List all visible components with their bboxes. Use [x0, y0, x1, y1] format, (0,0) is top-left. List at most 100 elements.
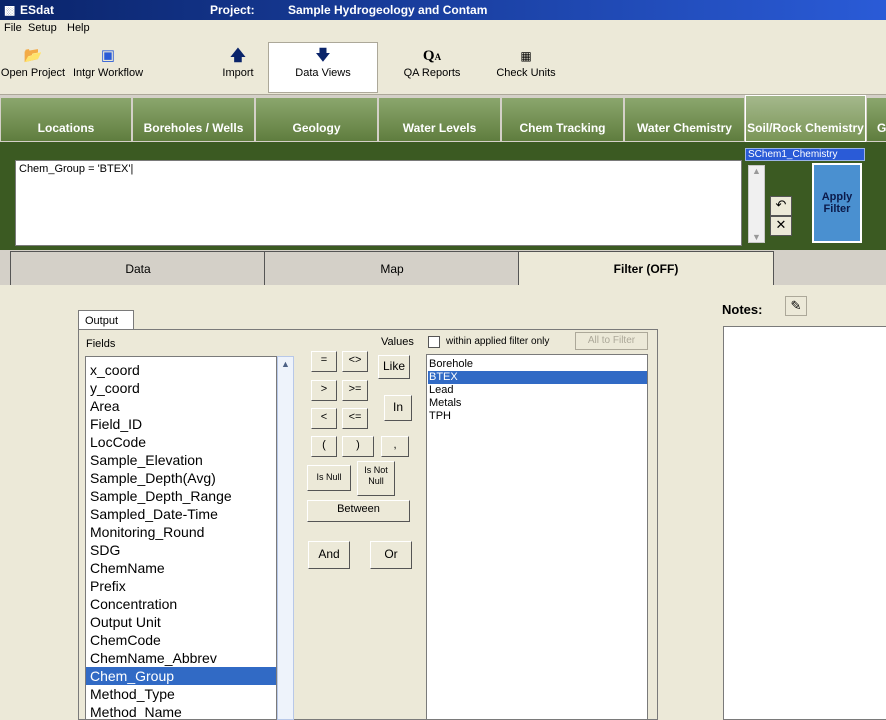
- values-list[interactable]: Borehole BTEX Lead Metals TPH: [426, 354, 648, 720]
- menu-setup[interactable]: Setup: [28, 22, 57, 34]
- units-icon: ▦: [520, 49, 532, 63]
- or-button[interactable]: Or: [370, 541, 412, 569]
- in-button[interactable]: In: [384, 395, 412, 421]
- list-item[interactable]: Area: [90, 397, 120, 415]
- list-item-selected[interactable]: Chem_Group: [86, 667, 276, 685]
- check-units-label: Check Units: [496, 67, 556, 79]
- list-item[interactable]: Prefix: [90, 577, 126, 595]
- filter-scrollbar[interactable]: ▲ ▼: [748, 165, 765, 243]
- fields-scrollbar[interactable]: ▲: [277, 356, 294, 720]
- list-item[interactable]: TPH: [429, 410, 451, 423]
- comma-button[interactable]: ,: [381, 436, 409, 457]
- tab-water-chemistry[interactable]: Water Chemistry: [624, 97, 745, 142]
- data-view-tabs: Locations Boreholes / Wells Geology Wate…: [0, 95, 886, 142]
- list-item[interactable]: Field_ID: [90, 415, 142, 433]
- undo-icon[interactable]: ↶: [770, 196, 792, 216]
- clear-filter-icon[interactable]: ✕: [770, 216, 792, 236]
- toolbar: 📂 Open Project ▣ Intgr Workflow 🡅 Import…: [0, 37, 886, 95]
- list-item[interactable]: Lead: [429, 384, 453, 397]
- tab-soil-rock-chemistry[interactable]: Soil/Rock Chemistry: [745, 95, 866, 142]
- project-name: Sample Hydrogeology and Contam: [288, 3, 488, 17]
- import-label: Import: [222, 67, 254, 79]
- check-units-button[interactable]: ▦ Check Units: [494, 39, 558, 91]
- menu-bar: File Setup Help: [0, 20, 886, 37]
- is-not-null-button[interactable]: Is Not Null: [357, 461, 395, 496]
- list-item[interactable]: Sample_Depth(Avg): [90, 469, 216, 487]
- filter-expression-input[interactable]: Chem_Group = 'BTEX'|: [15, 160, 742, 246]
- scroll-up-icon[interactable]: ▲: [281, 359, 290, 369]
- like-button[interactable]: Like: [378, 355, 410, 379]
- list-item[interactable]: ChemName: [90, 559, 165, 577]
- tab-partial[interactable]: G: [866, 97, 886, 142]
- fields-label: Fields: [86, 338, 116, 350]
- open-project-button[interactable]: 📂 Open Project: [0, 39, 66, 91]
- folder-open-icon: 📂: [23, 47, 43, 64]
- tab-chem-tracking[interactable]: Chem Tracking: [501, 97, 624, 142]
- less-equal-button[interactable]: <=: [342, 408, 368, 429]
- list-item[interactable]: Borehole: [429, 358, 473, 371]
- less-than-button[interactable]: <: [311, 408, 337, 429]
- list-item[interactable]: LocCode: [90, 433, 146, 451]
- values-label: Values: [381, 336, 414, 348]
- data-views-label: Data Views: [295, 67, 351, 79]
- list-item[interactable]: Method_Type: [90, 685, 175, 703]
- greater-than-button[interactable]: >: [311, 380, 337, 401]
- apply-filter-button[interactable]: Apply Filter: [812, 163, 862, 243]
- fields-list[interactable]: x_coord y_coord Area Field_ID LocCode Sa…: [85, 356, 277, 720]
- list-item[interactable]: Sample_Elevation: [90, 451, 203, 469]
- open-project-label: Open Project: [0, 67, 66, 79]
- tab-geology[interactable]: Geology: [255, 97, 378, 142]
- menu-file[interactable]: File: [4, 22, 22, 34]
- equals-button[interactable]: =: [311, 351, 337, 372]
- is-null-button[interactable]: Is Null: [307, 465, 351, 491]
- list-item[interactable]: ChemName_Abbrev: [90, 649, 217, 667]
- tab-map[interactable]: Map: [264, 251, 520, 286]
- list-item[interactable]: Sampled_Date-Time: [90, 505, 218, 523]
- qa-icon: QA: [422, 48, 442, 64]
- tab-water-levels[interactable]: Water Levels: [378, 97, 501, 142]
- title-bar: ▩ ESdat Project: Sample Hydrogeology and…: [0, 0, 886, 20]
- datasource-label: SChem1_Chemistry: [745, 148, 865, 161]
- open-paren-button[interactable]: (: [311, 436, 337, 457]
- within-filter-label: within applied filter only: [446, 336, 550, 347]
- tab-filter[interactable]: Filter (OFF): [518, 251, 774, 286]
- tab-output[interactable]: Output: [78, 310, 134, 330]
- notes-area[interactable]: [723, 326, 886, 720]
- list-item-selected[interactable]: BTEX: [428, 371, 647, 384]
- list-item[interactable]: Monitoring_Round: [90, 523, 204, 541]
- all-to-filter-button[interactable]: All to Filter: [575, 332, 648, 350]
- greater-equal-button[interactable]: >=: [342, 380, 368, 401]
- edit-notes-icon[interactable]: ✎: [785, 296, 807, 316]
- menu-help[interactable]: Help: [67, 22, 90, 34]
- and-button[interactable]: And: [308, 541, 350, 569]
- arrow-down-icon: 🡇: [315, 47, 331, 64]
- list-item[interactable]: Metals: [429, 397, 461, 410]
- within-filter-checkbox[interactable]: [428, 336, 440, 348]
- qa-reports-label: QA Reports: [403, 67, 461, 79]
- list-item[interactable]: y_coord: [90, 379, 140, 397]
- qa-reports-button[interactable]: QA QA Reports: [400, 39, 464, 91]
- intgr-workflow-button[interactable]: ▣ Intgr Workflow: [72, 39, 144, 91]
- intgr-workflow-label: Intgr Workflow: [72, 67, 144, 79]
- scroll-down-icon[interactable]: ▼: [752, 232, 761, 242]
- close-paren-button[interactable]: ): [342, 436, 374, 457]
- list-item[interactable]: Method_Name: [90, 703, 182, 719]
- project-label: Project:: [210, 3, 255, 17]
- import-button[interactable]: 🡅 Import: [216, 39, 260, 91]
- tab-boreholes-wells[interactable]: Boreholes / Wells: [132, 97, 255, 142]
- list-item[interactable]: ChemCode: [90, 631, 161, 649]
- list-item[interactable]: Output Unit: [90, 613, 161, 631]
- list-item[interactable]: Concentration: [90, 595, 177, 613]
- between-button[interactable]: Between: [307, 500, 410, 522]
- tab-locations[interactable]: Locations: [0, 97, 132, 142]
- workflow-icon: ▣: [100, 47, 116, 64]
- list-item[interactable]: SDG: [90, 541, 120, 559]
- scroll-up-icon[interactable]: ▲: [752, 166, 761, 176]
- app-icon: ▩: [4, 3, 16, 17]
- list-item[interactable]: x_coord: [90, 361, 140, 379]
- arrow-up-icon: 🡅: [230, 47, 246, 64]
- tab-data[interactable]: Data: [10, 251, 266, 286]
- list-item[interactable]: Sample_Depth_Range: [90, 487, 232, 505]
- not-equals-button[interactable]: <>: [342, 351, 368, 372]
- data-views-button[interactable]: 🡇 Data Views: [268, 42, 378, 93]
